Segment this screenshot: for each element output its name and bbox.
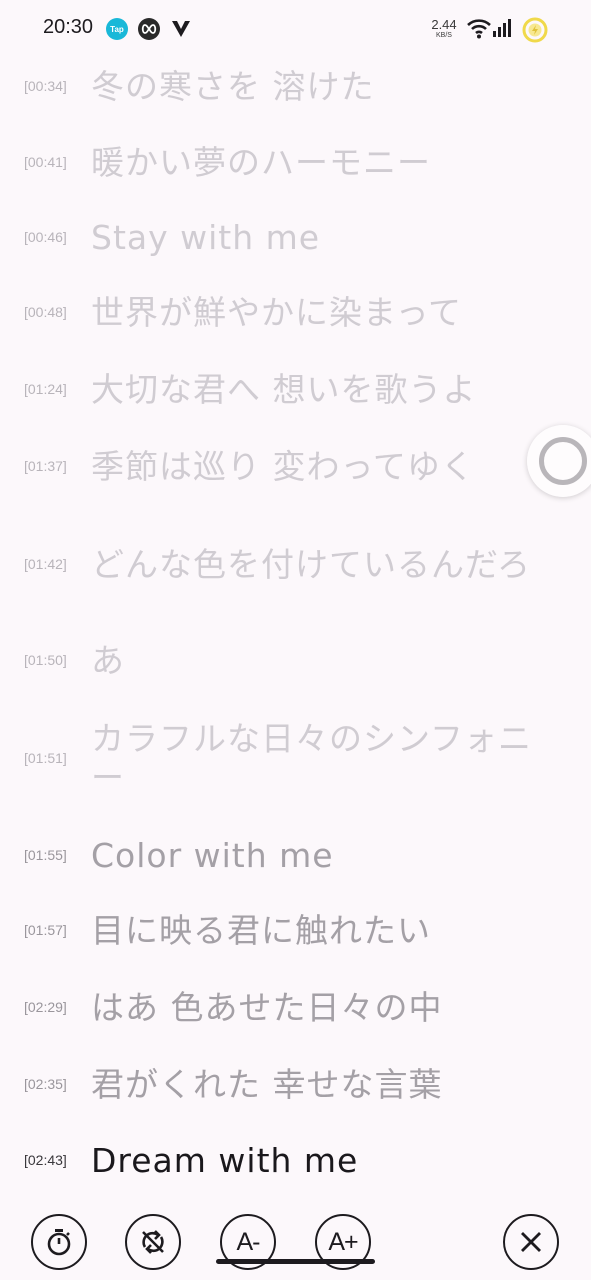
lyric-line[interactable]: [00:41] 暖かい夢のハーモニー bbox=[0, 142, 591, 182]
lyric-text: Stay with me bbox=[91, 217, 321, 257]
lyric-text: 世界が鮮やかに染まって bbox=[91, 292, 463, 332]
lyric-text: あ bbox=[91, 640, 125, 680]
v-icon bbox=[170, 18, 192, 40]
lyric-timestamp: [01:42] bbox=[24, 556, 67, 572]
lyric-line[interactable]: [01:42] どんな色を付けているんだろ bbox=[0, 525, 591, 603]
lyric-timestamp: [00:34] bbox=[24, 78, 67, 94]
lyric-timestamp: [00:41] bbox=[24, 154, 67, 170]
lyric-text: Color with me bbox=[91, 835, 334, 875]
lyric-text: カラフルな日々のシンフォニー bbox=[91, 719, 533, 797]
lyric-text: 目に映る君に触れたい bbox=[91, 910, 431, 950]
lyric-timestamp: [01:37] bbox=[24, 458, 67, 474]
lyric-text: Dream with me bbox=[91, 1140, 359, 1180]
bottom-toolbar: A- A+ bbox=[0, 1200, 591, 1280]
signal-icon bbox=[493, 19, 513, 41]
lyric-text: 大切な君へ 想いを歌うよ bbox=[91, 369, 477, 409]
ring-icon bbox=[539, 437, 587, 485]
repeat-off-icon bbox=[142, 1230, 164, 1254]
lyric-line[interactable]: [01:50] あ bbox=[0, 640, 591, 680]
lyric-line[interactable]: [00:48] 世界が鮮やかに染まって bbox=[0, 292, 591, 332]
close-icon bbox=[521, 1232, 541, 1252]
font-decrease-label: A- bbox=[236, 1227, 261, 1256]
lyric-text: どんな色を付けているんだろ bbox=[91, 544, 532, 584]
network-speed: 2.44 KB/S bbox=[426, 18, 462, 39]
font-increase-label: A+ bbox=[328, 1227, 358, 1256]
lyric-text: 暖かい夢のハーモニー bbox=[91, 142, 431, 182]
lyric-line[interactable]: [01:24] 大切な君へ 想いを歌うよ bbox=[0, 369, 591, 409]
home-indicator[interactable] bbox=[216, 1259, 375, 1264]
lyric-text: はあ 色あせた日々の中 bbox=[91, 987, 443, 1027]
status-time: 20:30 bbox=[43, 16, 94, 38]
lyric-timestamp: [01:50] bbox=[24, 652, 67, 668]
floating-assistive-button[interactable] bbox=[527, 425, 591, 497]
lyric-timestamp: [00:46] bbox=[24, 229, 67, 245]
tap-icon: Tap bbox=[106, 18, 128, 40]
lyric-text: 君がくれた 幸せな言葉 bbox=[91, 1064, 443, 1104]
lyric-text: 冬の寒さを 溶けた bbox=[91, 66, 375, 106]
lyric-line[interactable]: [00:46] Stay with me bbox=[0, 217, 591, 257]
lyric-text: 季節は巡り 変わってゆく bbox=[91, 446, 475, 486]
lyric-timestamp: [00:48] bbox=[24, 304, 67, 320]
tap-badge-label: Tap bbox=[110, 24, 124, 34]
battery-charging-icon bbox=[521, 16, 549, 48]
network-speed-unit: KB/S bbox=[436, 32, 452, 39]
lyric-timestamp: [02:43] bbox=[24, 1152, 67, 1168]
lyric-line-current[interactable]: [02:43] Dream with me bbox=[0, 1140, 591, 1180]
lyric-timestamp: [02:29] bbox=[24, 999, 67, 1015]
close-button[interactable] bbox=[503, 1214, 559, 1270]
repeat-off-button[interactable] bbox=[125, 1214, 181, 1270]
lyric-line[interactable]: [01:55] Color with me bbox=[0, 835, 591, 875]
lyric-line[interactable]: [01:37] 季節は巡り 変わってゆく bbox=[0, 446, 591, 486]
lyric-timestamp: [01:51] bbox=[24, 750, 67, 766]
lyric-line[interactable]: [02:35] 君がくれた 幸せな言葉 bbox=[0, 1064, 591, 1104]
timer-icon bbox=[47, 1229, 71, 1256]
lyric-timestamp: [01:57] bbox=[24, 922, 67, 938]
lyrics-list[interactable]: [00:34] 冬の寒さを 溶けた [00:41] 暖かい夢のハーモニー [00… bbox=[0, 60, 591, 1200]
lyric-line[interactable]: [02:29] はあ 色あせた日々の中 bbox=[0, 987, 591, 1027]
lyrics-screen: 20:30 Tap 2.44 KB/S [00:34] 冬の寒さを 溶けた [0… bbox=[0, 0, 591, 1280]
lyric-timestamp: [01:24] bbox=[24, 381, 67, 397]
lyric-line[interactable]: [01:51] カラフルな日々のシンフォニー bbox=[0, 719, 591, 797]
lyric-line[interactable]: [01:57] 目に映る君に触れたい bbox=[0, 910, 591, 950]
infinity-icon bbox=[138, 18, 160, 40]
lyric-line[interactable]: [00:34] 冬の寒さを 溶けた bbox=[0, 66, 591, 106]
network-speed-value: 2.44 bbox=[431, 17, 457, 32]
status-bar: 20:30 Tap 2.44 KB/S bbox=[0, 0, 591, 60]
lyric-timestamp: [01:55] bbox=[24, 847, 67, 863]
timer-button[interactable] bbox=[31, 1214, 87, 1270]
lyric-timestamp: [02:35] bbox=[24, 1076, 67, 1092]
wifi-icon bbox=[467, 19, 491, 43]
